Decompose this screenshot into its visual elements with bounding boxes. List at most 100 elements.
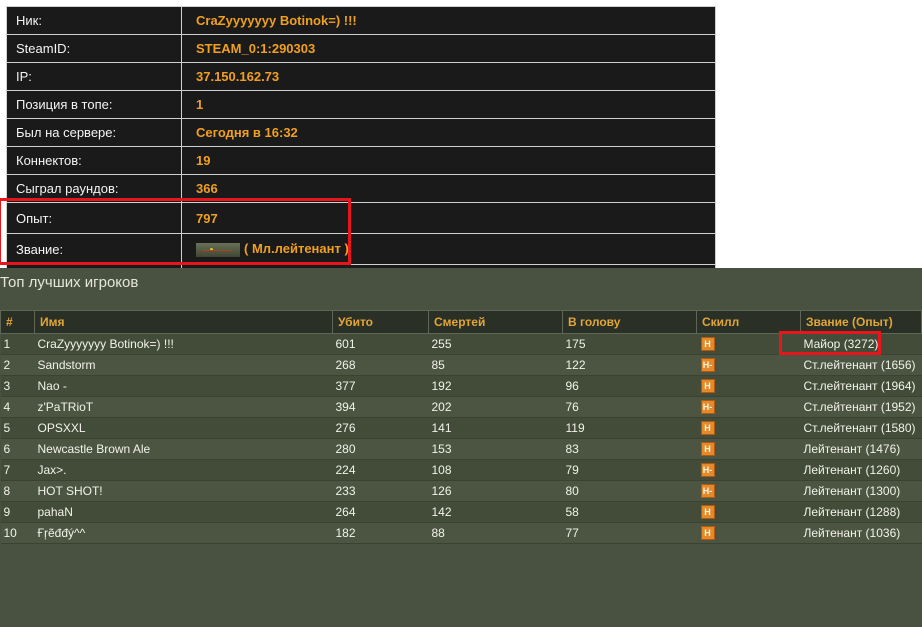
player-name-link[interactable]: Sandstorm [38,358,96,372]
row-kills-cell: 182 [332,522,429,544]
table-row: 7 Jax>. 224 108 79 H- Лейтенант (1260) [0,459,922,481]
row-num-cell: 2 [0,354,35,376]
player-name-link-cell: HOT SHOT! [34,480,333,502]
row-deaths: 142 [431,505,452,519]
row-deaths-cell: 255 [428,333,563,355]
player-name-link[interactable]: z'PaTRioT [38,400,94,414]
skill-letter-icon: H- [700,463,715,478]
info-row-position: Позиция в топе: 1 [6,90,716,119]
col-headshots[interactable]: В голову [562,310,697,334]
row-headshots: 96 [565,379,579,393]
info-label: SteamID: [6,34,182,63]
row-headshots-cell: 119 [562,417,697,439]
row-kills-cell: 233 [332,480,429,502]
info-label: Был на сервере: [6,118,182,147]
player-name-link-cell: Ғŗẽđđý^^ [34,522,333,544]
skill-cell: H [696,522,801,544]
row-deaths-cell: 108 [428,459,563,481]
row-num: 4 [3,400,11,414]
col-name[interactable]: Имя [34,310,333,334]
player-name-link[interactable]: OPSXXL [38,421,86,435]
row-deaths-cell: 202 [428,396,563,418]
row-num: 2 [3,358,11,372]
row-num-cell: 5 [0,417,35,439]
row-num-cell: 3 [0,375,35,397]
row-kills-cell: 601 [332,333,429,355]
player-name-link[interactable]: pahaN [38,505,73,519]
col-deaths[interactable]: Смертей [428,310,563,334]
player-name-link-cell: Nao - [34,375,333,397]
skill-cell: H [696,375,801,397]
row-rank: Лейтенант (1260) [803,463,901,477]
table-row: 9 pahaN 264 142 58 H Лейтенант (1288) [0,501,922,523]
skill-cell: H [696,438,801,460]
table-row: 5 OPSXXL 276 141 119 H Ст.лейтенант (1580) [0,417,922,439]
skill-cell: H [696,417,801,439]
table-row: 3 Nao - 377 192 96 H Ст.лейтенант (1964) [0,375,922,397]
row-kills: 268 [335,358,356,372]
row-headshots-cell: 122 [562,354,697,376]
row-rank-cell: Лейтенант (1036) [800,522,922,544]
row-kills: 264 [335,505,356,519]
row-kills-cell: 394 [332,396,429,418]
row-rank: Лейтенант (1300) [803,484,901,498]
info-label: Коннектов: [6,146,182,175]
player-name-link[interactable]: Nao - [38,379,67,393]
player-name-link-cell: Newcastle Brown Ale [34,438,333,460]
skill-cell: H- [696,480,801,502]
skill-letter-icon: H [700,526,715,541]
row-rank-cell: Ст.лейтенант (1580) [800,417,922,439]
player-name-link[interactable]: CraZyyyyyyy Botinok=) !!! [38,337,174,351]
info-value: 19 [181,146,716,175]
row-num-cell: 7 [0,459,35,481]
row-kills: 182 [335,526,356,540]
player-name-link-cell: CraZyyyyyyy Botinok=) !!! [34,333,333,355]
row-num: 8 [3,484,11,498]
info-value: 37.150.162.73 [181,62,716,91]
row-headshots: 77 [565,526,579,540]
skill-letter-icon: H- [700,484,715,499]
row-deaths: 153 [431,442,452,456]
row-headshots: 122 [565,358,586,372]
player-name-link[interactable]: HOT SHOT! [38,484,103,498]
row-rank-cell: Лейтенант (1288) [800,501,922,523]
row-kills: 601 [335,337,356,351]
info-label: Ник: [6,6,182,35]
row-num: 7 [3,463,11,477]
player-name-link[interactable]: Newcastle Brown Ale [38,442,151,456]
info-row-ip: IP: 37.150.162.73 [6,62,716,91]
player-name-link-cell: Jax>. [34,459,333,481]
player-name-link[interactable]: Jax>. [38,463,67,477]
row-num: 6 [3,442,11,456]
player-name-link[interactable]: Ғŗẽđđý^^ [38,526,86,540]
row-deaths-cell: 142 [428,501,563,523]
skill-letter-icon: H [700,421,715,436]
row-rank: Лейтенант (1036) [803,526,901,540]
row-headshots: 83 [565,442,579,456]
row-deaths-cell: 153 [428,438,563,460]
row-headshots: 80 [565,484,579,498]
row-headshots-cell: 96 [562,375,697,397]
row-num: 1 [3,337,11,351]
col-kills[interactable]: Убито [332,310,429,334]
info-row-steamid: SteamID: STEAM_0:1:290303 [6,34,716,63]
row-deaths-cell: 88 [428,522,563,544]
row-deaths-cell: 141 [428,417,563,439]
skill-letter-icon: H [700,379,715,394]
row-kills-cell: 276 [332,417,429,439]
skill-letter-icon: H [700,505,715,520]
row-rank: Лейтенант (1476) [803,442,901,456]
row-headshots: 175 [565,337,586,351]
player-name-link-cell: OPSXXL [34,417,333,439]
col-num[interactable]: # [0,310,35,334]
row-rank-cell: Ст.лейтенант (1656) [800,354,922,376]
info-value: Сегодня в 16:32 [181,118,716,147]
row-rank: Ст.лейтенант (1952) [803,400,916,414]
row-headshots: 58 [565,505,579,519]
highlight-box-experience-rank [0,198,351,265]
info-row-connects: Коннектов: 19 [6,146,716,175]
row-headshots-cell: 77 [562,522,697,544]
row-deaths: 192 [431,379,452,393]
row-rank: Ст.лейтенант (1656) [803,358,916,372]
row-num-cell: 8 [0,480,35,502]
